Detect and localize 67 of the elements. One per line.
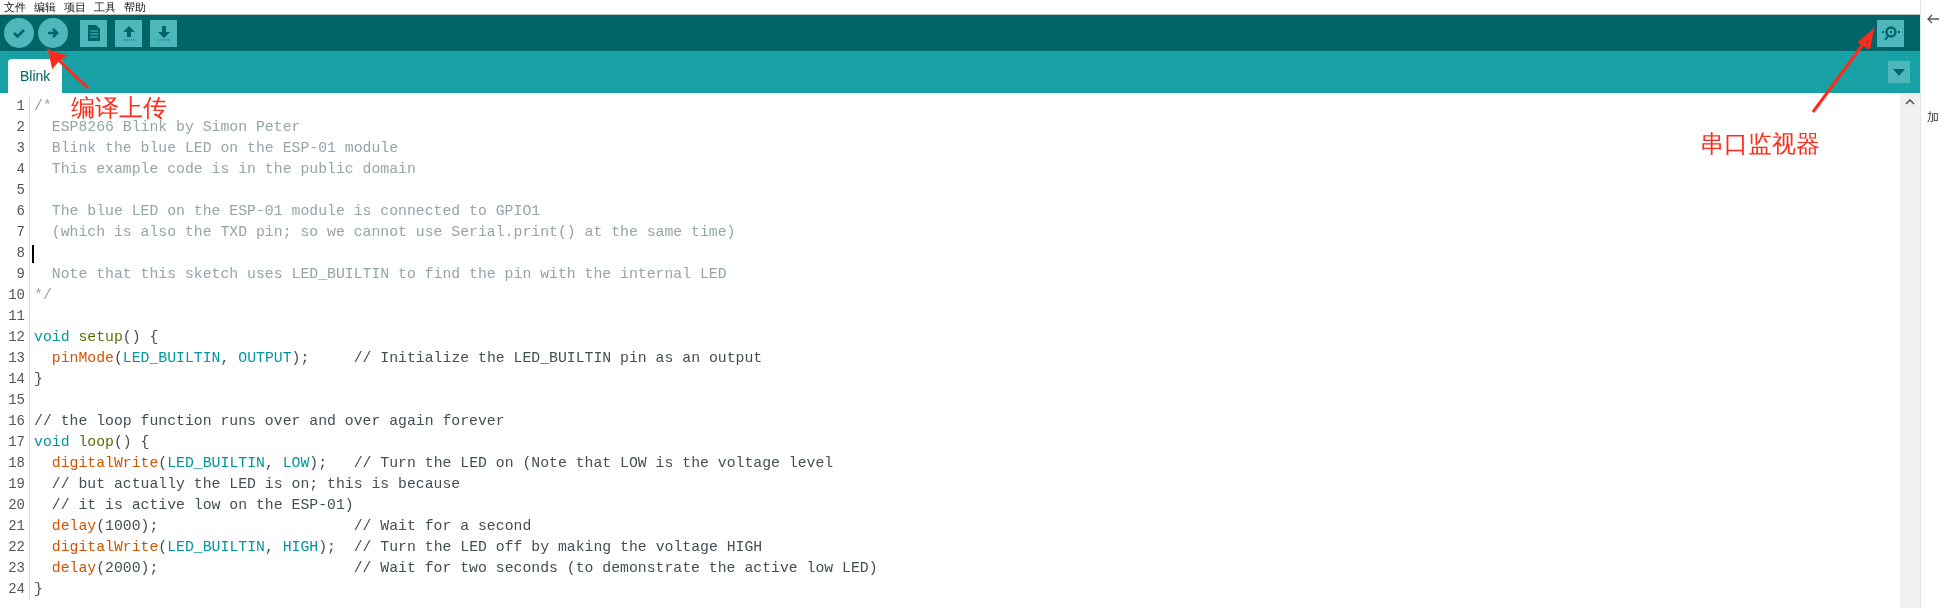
scrollbar[interactable]: [1900, 93, 1920, 608]
back-arrow-icon[interactable]: [1927, 14, 1939, 24]
code-line: void loop() {: [33, 433, 150, 452]
line-number: 1: [0, 96, 30, 117]
line-number: 7: [0, 222, 30, 243]
menu-item[interactable]: 工具: [94, 0, 116, 14]
caret-down-icon: [1893, 68, 1905, 76]
code-line: // the loop function runs over and over again forever: [33, 412, 505, 431]
line-number: 21: [0, 516, 30, 537]
document-icon: [86, 24, 101, 42]
code-line: digitalWrite(LED_BUILTIN, HIGH); // Turn the LED off by making the voltage HIGH: [50, 538, 763, 557]
code-line: delay(2000); // Wait for two seconds (to demonstrate the active low LED): [50, 559, 878, 578]
code-line: Blink the blue LED on the ESP-01 module: [50, 139, 399, 158]
caret-up-icon: [1905, 99, 1915, 105]
code-line: ESP8266 Blink by Simon Peter: [50, 119, 301, 137]
code-line: // but actually the LED is on; this is because: [50, 475, 461, 494]
upload-button[interactable]: [38, 18, 68, 48]
line-number: 20: [0, 495, 30, 516]
line-number: 17: [0, 432, 30, 453]
code-line: This example code is in the public domain: [50, 160, 416, 179]
code-line: delay(1000); // Wait for a second: [50, 517, 532, 536]
line-number: 9: [0, 264, 30, 285]
menu-item[interactable]: 项目: [64, 0, 86, 14]
line-number: 4: [0, 159, 30, 180]
code-line: /*: [33, 97, 52, 116]
new-button[interactable]: [80, 19, 107, 47]
line-number: 23: [0, 558, 30, 579]
verify-button[interactable]: [4, 18, 34, 48]
code-line: }: [33, 580, 43, 599]
line-number: 13: [0, 348, 30, 369]
file-tab[interactable]: Blink: [8, 59, 63, 93]
code-line: Note that this sketch uses LED_BUILTIN to find the pin with the internal LED: [50, 265, 727, 284]
code-line: // it is active low on the ESP-01): [50, 496, 354, 515]
save-button[interactable]: [150, 19, 177, 47]
side-panel-label: 加: [1927, 109, 1939, 126]
line-number: 8: [0, 243, 30, 264]
line-number: 3: [0, 138, 30, 159]
code-line: (which is also the TXD pin; so we cannot use Serial.print() at the same time): [50, 223, 736, 242]
line-number: 18: [0, 453, 30, 474]
line-number: 14: [0, 369, 30, 390]
menu-item[interactable]: 文件: [4, 0, 26, 14]
code-line: The blue LED on the ESP-01 module is connected to GPIO1: [50, 202, 541, 221]
arrow-down-icon: [155, 24, 172, 42]
line-number: 15: [0, 390, 30, 411]
code-line: */: [33, 286, 52, 305]
code-line: }: [33, 370, 43, 389]
code-line: pinMode(LED_BUILTIN, OUTPUT); // Initialize the LED_BUILTIN pin as an output: [50, 349, 763, 368]
line-number: 24: [0, 579, 30, 600]
annotation-label: 串口监视器: [1700, 129, 1820, 160]
line-number: 16: [0, 411, 30, 432]
tab-menu-button[interactable]: [1888, 61, 1910, 83]
open-button[interactable]: [115, 19, 142, 47]
line-number: 2: [0, 117, 30, 138]
menu-item[interactable]: 编辑: [34, 0, 56, 14]
line-number: 11: [0, 306, 30, 327]
code-line: digitalWrite(LED_BUILTIN, LOW); // Turn the LED on (Note that LOW is the voltage level: [50, 454, 834, 473]
serial-monitor-button[interactable]: [1877, 19, 1904, 47]
line-number: 5: [0, 180, 30, 201]
menu-item[interactable]: 帮助: [124, 0, 146, 14]
line-number: 12: [0, 327, 30, 348]
code-line: void setup() {: [33, 328, 159, 347]
line-number: 10: [0, 285, 30, 306]
arrow-up-icon: [120, 24, 137, 42]
magnifier-icon: [1880, 24, 1901, 42]
line-number: 22: [0, 537, 30, 558]
line-number: 6: [0, 201, 30, 222]
line-number: 19: [0, 474, 30, 495]
